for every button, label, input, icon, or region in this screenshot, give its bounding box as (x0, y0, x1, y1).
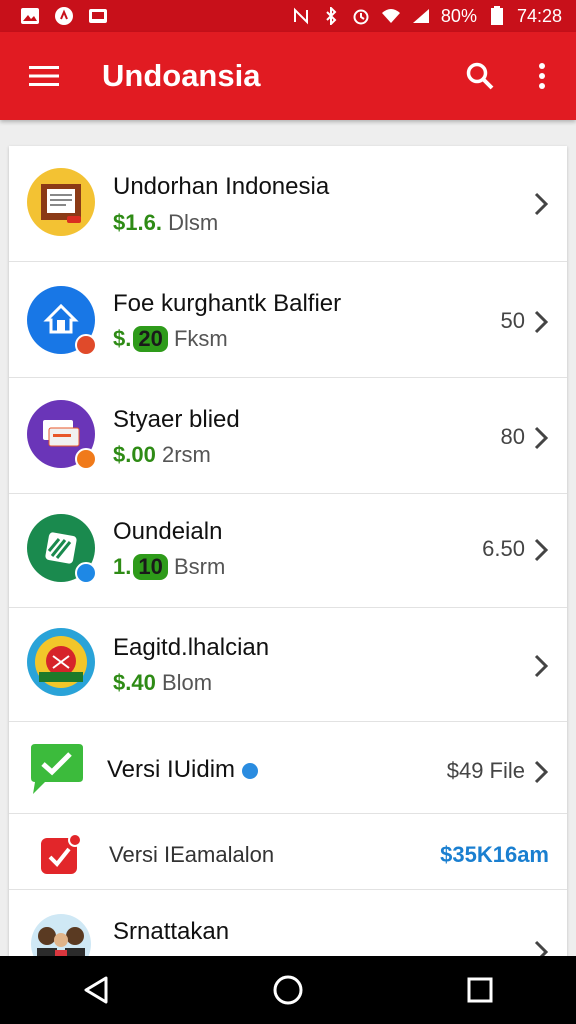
item-title: Oundeialn (113, 518, 223, 545)
signal-icon (411, 7, 431, 25)
gallery-icon (20, 7, 40, 25)
back-button[interactable] (72, 966, 120, 1014)
list-item[interactable]: Srnattakan (9, 890, 567, 956)
chevron-right-icon (534, 426, 549, 450)
menu-icon (29, 66, 59, 86)
status-bar: 80% 74:28 (0, 0, 576, 32)
home-circle-icon (273, 975, 303, 1005)
chevron-right-icon (534, 192, 549, 216)
chevron-right-icon (534, 760, 549, 784)
stripes-app-icon (27, 514, 97, 584)
item-meta: 50 (500, 308, 525, 333)
status-time: 74:28 (516, 5, 562, 26)
list-item[interactable]: Foe kurghantk Balfier $. 20 Fksm 50 (9, 262, 567, 378)
item-size: Bsrm (173, 554, 226, 579)
item-title: Undorhan Indonesia (113, 173, 330, 200)
item-title: Versi IEamalalon (109, 842, 275, 867)
navigation-bar (0, 956, 576, 1024)
more-vert-icon (539, 63, 545, 89)
item-meta: 80 (500, 424, 525, 449)
item-title: Styaer blied (113, 406, 240, 433)
item-price: $. (113, 326, 132, 351)
document-app-icon (27, 168, 95, 236)
item-price: 1. (113, 554, 132, 579)
app-title: Undoansia (102, 58, 261, 93)
cards-app-icon (27, 400, 97, 470)
app-icon (54, 7, 74, 25)
battery-icon (487, 6, 507, 25)
mail-icon (88, 7, 108, 25)
check-app-icon (41, 833, 82, 874)
list-item[interactable]: Versi IUidim $49 File (9, 722, 567, 814)
list-item[interactable]: Eagitd.lhalcian $.40 Blom (9, 608, 567, 722)
emblem-app-icon (27, 628, 95, 696)
badge-icon (75, 562, 97, 584)
verified-icon (241, 762, 258, 779)
list-item[interactable]: Undorhan Indonesia $1.6. Dlsm (9, 146, 567, 262)
item-price-pill: 10 (133, 554, 168, 580)
badge-icon (75, 448, 97, 470)
item-price: $.00 (113, 442, 156, 467)
more-options-button[interactable] (520, 54, 564, 98)
list-item[interactable]: Versi IEamalalon $35K16am (9, 814, 567, 890)
home-button[interactable] (264, 966, 312, 1014)
item-title: Foe kurghantk Balfier (113, 290, 342, 317)
item-subtitle: $.40 Blom (113, 670, 212, 696)
search-icon (466, 62, 494, 90)
chat-check-icon (31, 744, 83, 794)
item-size: Dlsm (168, 210, 219, 235)
item-price: $.40 (113, 670, 156, 695)
item-price-pill: 20 (133, 326, 168, 352)
item-title-text: Versi IUidim (107, 756, 236, 783)
item-meta: 6.50 (482, 536, 525, 561)
chevron-right-icon (534, 940, 549, 956)
chevron-right-icon (534, 654, 549, 678)
menu-button[interactable] (22, 54, 66, 98)
item-subtitle: 1. 10 Bsrm (113, 554, 225, 580)
chevron-right-icon (534, 310, 549, 334)
item-price: $1.6. (113, 210, 162, 235)
recents-square-icon (467, 977, 493, 1003)
battery-percent: 80% (440, 5, 477, 26)
recents-button[interactable] (456, 966, 504, 1014)
back-triangle-icon (84, 976, 108, 1004)
badge-icon (75, 334, 97, 356)
item-meta: $49 File (446, 758, 525, 783)
item-subtitle: $.00 2rsm (113, 442, 211, 468)
item-size: 2rsm (161, 442, 211, 467)
app-list: Undorhan Indonesia $1.6. Dlsm Foe kurgha… (9, 146, 567, 956)
item-subtitle: $1.6. Dlsm (113, 210, 218, 236)
item-title: Srnattakan (113, 918, 230, 945)
chevron-right-icon (534, 538, 549, 562)
people-avatar-icon (31, 914, 91, 956)
item-subtitle: $. 20 Fksm (113, 326, 228, 352)
app-bar: Undoansia (0, 32, 576, 120)
wifi-icon (381, 7, 401, 25)
item-meta[interactable]: $35K16am (440, 842, 549, 868)
item-title: Eagitd.lhalcian (113, 634, 270, 661)
bluetooth-icon (321, 7, 341, 25)
item-title: Versi IUidim (107, 756, 258, 784)
search-button[interactable] (458, 54, 502, 98)
list-item[interactable]: Styaer blied $.00 2rsm 80 (9, 378, 567, 494)
list-item[interactable]: Oundeialn 1. 10 Bsrm 6.50 (9, 494, 567, 608)
alarm-icon (351, 7, 371, 25)
item-size: Blom (161, 670, 213, 695)
item-size: Fksm (173, 326, 228, 351)
home-app-icon (27, 286, 97, 356)
mute-icon (291, 7, 311, 25)
